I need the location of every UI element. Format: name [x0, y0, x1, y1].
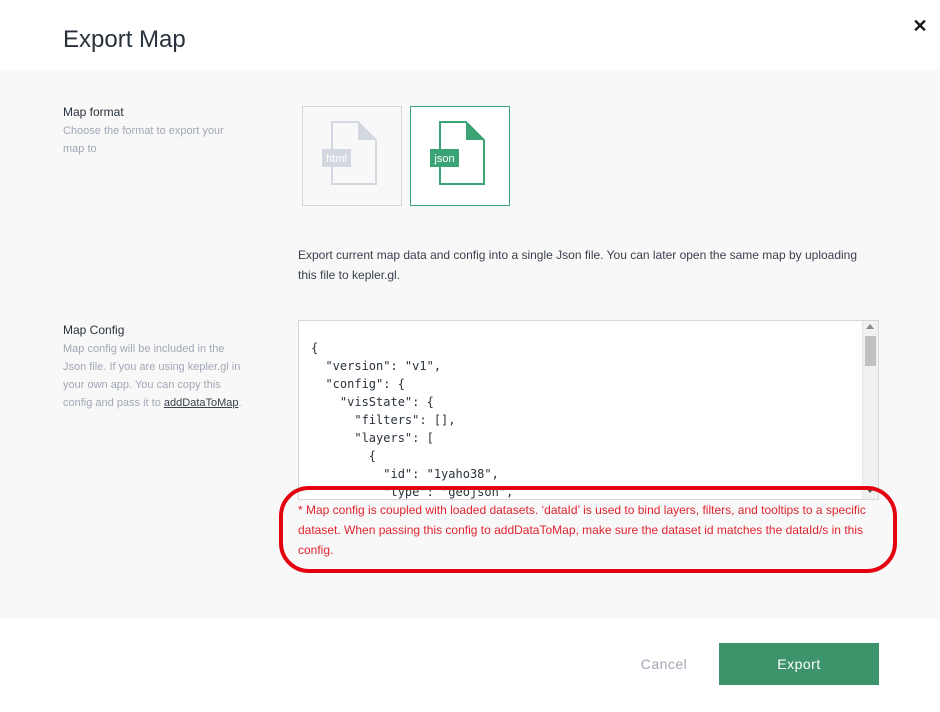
modal-title: Export Map [63, 26, 186, 53]
cancel-button[interactable]: Cancel [625, 643, 703, 685]
format-option-label: json [433, 153, 454, 165]
format-option-label: html [326, 153, 347, 165]
map-config-title: Map Config [63, 323, 125, 337]
config-warning: * Map config is coupled with loaded data… [298, 503, 866, 557]
format-option-html[interactable]: html [302, 106, 402, 206]
format-option-json[interactable]: json [410, 106, 510, 206]
config-json-box[interactable]: { "version": "v1", "config": { "visState… [298, 320, 879, 500]
map-format-title: Map format [63, 105, 124, 119]
close-icon[interactable]: ✕ [910, 16, 930, 36]
format-description: Export current map data and config into … [298, 248, 858, 282]
scroll-down-arrow-icon[interactable] [866, 488, 874, 493]
map-format-description: Choose the format to export your map to [63, 125, 224, 155]
export-button[interactable]: Export [719, 643, 879, 685]
file-icon: html [322, 121, 377, 185]
scroll-up-arrow-icon[interactable] [866, 324, 874, 329]
add-data-to-map-link[interactable]: addDataToMap [164, 397, 239, 409]
file-icon: json [430, 121, 485, 185]
config-scrollbar[interactable] [862, 321, 878, 499]
modal-header: Export Map ✕ [0, 0, 940, 70]
config-json-text[interactable]: { "version": "v1", "config": { "visState… [311, 339, 513, 499]
scroll-thumb[interactable] [865, 336, 876, 366]
map-config-description-end: . [238, 397, 242, 409]
modal-footer: Cancel Export [0, 619, 940, 712]
map-config-description: Map config will be included in the Json … [63, 340, 248, 412]
